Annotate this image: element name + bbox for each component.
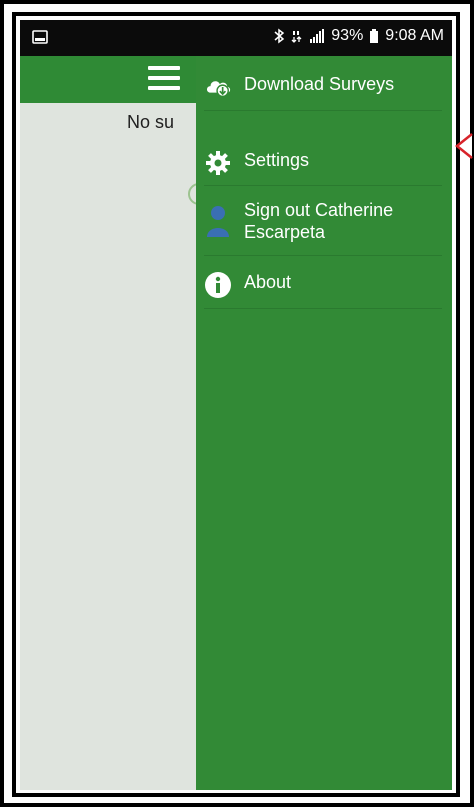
drawer-divider	[204, 185, 442, 186]
sign-out-line1: Sign out Catherine	[244, 200, 394, 220]
status-right: 93% 9:08 AM	[273, 27, 444, 45]
network-4g-icon	[291, 28, 303, 44]
signal-icon	[309, 28, 325, 44]
empty-state-text: No su	[127, 112, 175, 132]
cloud-download-icon	[204, 73, 232, 101]
drawer-item-label: Download Surveys	[244, 74, 395, 94]
hamburger-menu-icon[interactable]	[148, 66, 180, 92]
drawer-divider	[204, 255, 442, 256]
callout-arrow-icon	[454, 133, 474, 159]
bluetooth-icon	[273, 28, 285, 44]
drawer-item-label: Settings	[244, 150, 310, 170]
drawer-item-sign-out[interactable]: Sign out Catherine Escarpeta	[196, 199, 452, 243]
drawer-item-settings[interactable]: Settings	[196, 149, 452, 177]
navigation-drawer: Download Surveys Settings Sign out Cathe…	[196, 56, 452, 790]
gear-icon	[204, 149, 232, 177]
drawer-item-download-surveys[interactable]: Download Surveys	[196, 73, 452, 101]
drawer-item-label: Sign out Catherine Escarpeta	[244, 199, 393, 243]
notification-image-icon	[32, 29, 48, 45]
clock: 9:08 AM	[385, 27, 444, 44]
sign-out-line2: Escarpeta	[244, 222, 326, 242]
drawer-divider	[204, 110, 442, 111]
person-icon	[204, 199, 232, 243]
battery-percent: 93%	[331, 27, 364, 44]
battery-icon	[369, 28, 379, 44]
drawer-divider	[204, 308, 442, 309]
info-icon	[204, 271, 232, 299]
drawer-item-label: About	[244, 272, 292, 292]
status-bar: 93% 9:08 AM	[20, 20, 452, 56]
phone-screen: 93% 9:08 AM No su Download Surveys Setti…	[20, 20, 452, 790]
drawer-item-about[interactable]: About	[196, 271, 452, 299]
